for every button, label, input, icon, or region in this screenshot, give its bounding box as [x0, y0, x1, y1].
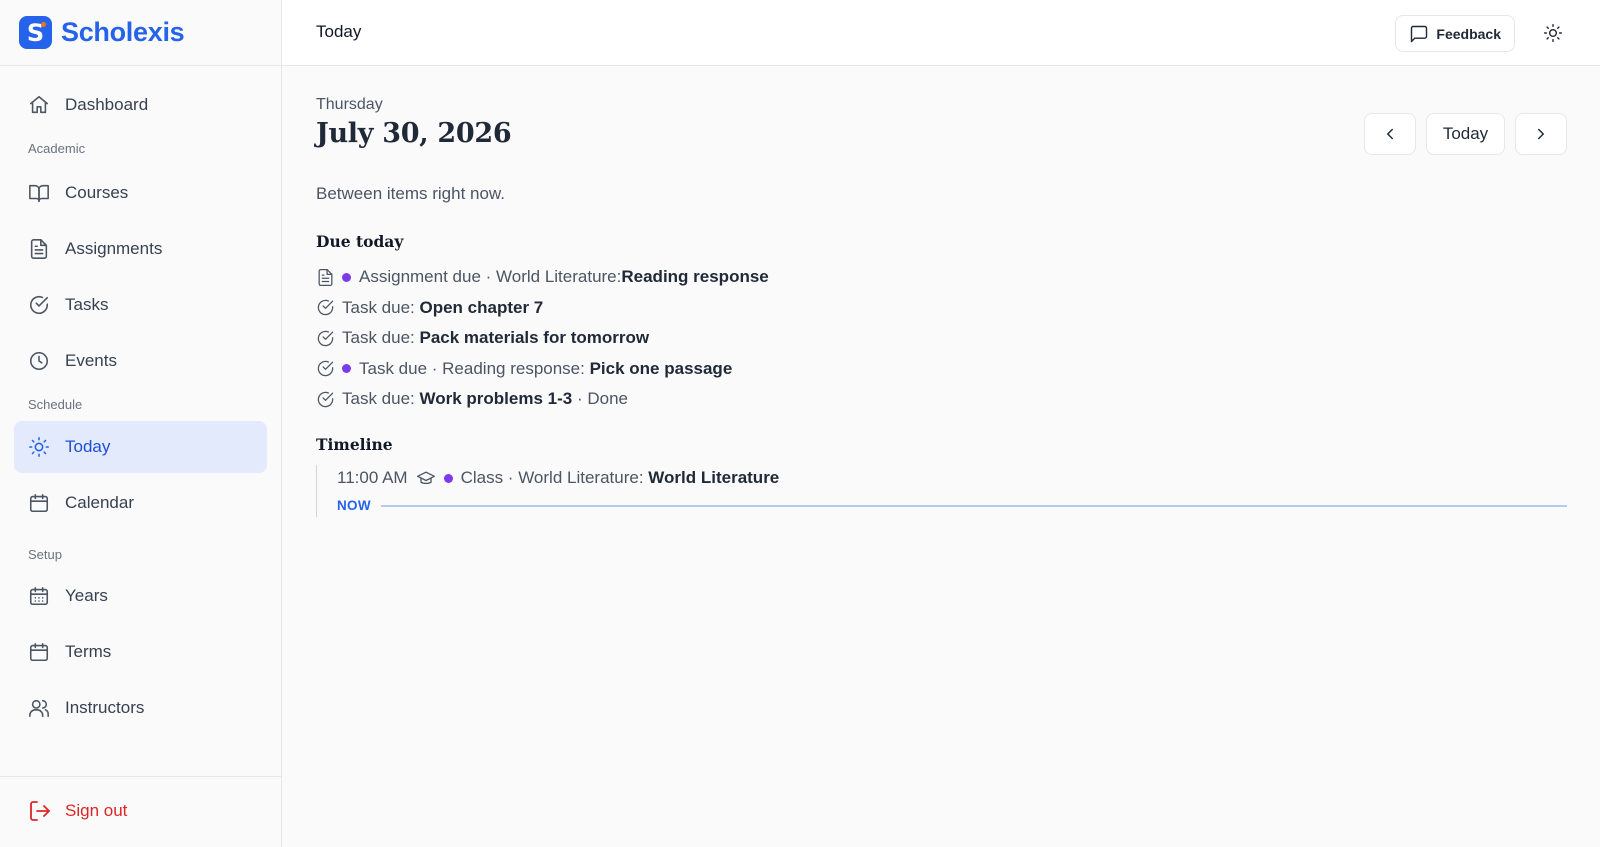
- calendar-icon: [29, 493, 49, 513]
- sidebar-item-label: Instructors: [65, 698, 145, 717]
- brand-name: Scholexis: [61, 17, 185, 47]
- sidebar-item-label: Calendar: [65, 493, 134, 512]
- document-icon: [30, 239, 48, 259]
- sidebar-item-years[interactable]: Years: [14, 570, 267, 622]
- sidebar-item-label: Courses: [65, 183, 129, 202]
- sidebar-item-today[interactable]: Today: [14, 421, 267, 473]
- now-indicator: NOW: [337, 498, 1567, 513]
- clock-icon: [29, 351, 49, 371]
- document-icon: [318, 268, 333, 286]
- item-name: Pack materials for tomorrow: [419, 328, 650, 348]
- sidebar-item-courses[interactable]: Courses: [14, 167, 267, 219]
- course-color-dot: [443, 473, 453, 483]
- sign-out-label: Sign out: [65, 801, 128, 820]
- item-prefix: Task due:: [342, 328, 420, 348]
- check-circle-icon: [317, 391, 334, 407]
- list-item[interactable]: Task due: Open chapter 7: [316, 293, 769, 324]
- item-name: Work problems 1-3: [419, 389, 573, 409]
- timeline: 11:00 AM Class · World Literature: World…: [316, 465, 1567, 517]
- sign-out-button[interactable]: Sign out: [28, 799, 127, 823]
- chevron-right-icon: [1538, 128, 1544, 140]
- brand-logo: S: [19, 16, 52, 49]
- top-bar: Today Feedback: [282, 0, 1600, 66]
- sidebar-item-terms[interactable]: Terms: [14, 626, 267, 678]
- sidebar: S Scholexis Dashboard Academic Courses A…: [0, 0, 282, 847]
- main-content: Thursday July 30, 2026 Today Between ite…: [282, 66, 1600, 847]
- book-open-icon: [29, 184, 49, 203]
- sidebar-item-label: Tasks: [65, 295, 109, 314]
- course-color-dot: [342, 272, 351, 282]
- item-prefix: Task due · Reading response:: [359, 358, 590, 378]
- now-label: NOW: [337, 498, 371, 513]
- theme-toggle-button[interactable]: [1540, 20, 1566, 46]
- sidebar-item-label: Assignments: [65, 239, 163, 258]
- current-status: Between items right now.: [316, 184, 505, 203]
- feedback-button[interactable]: Feedback: [1395, 15, 1515, 52]
- check-circle-icon: [29, 296, 49, 314]
- sun-icon: [29, 437, 49, 457]
- list-item[interactable]: Task due · Reading response: Pick one pa…: [316, 354, 769, 385]
- sidebar-item-calendar[interactable]: Calendar: [14, 477, 267, 529]
- item-name: Pick one passage: [589, 358, 733, 378]
- today-button[interactable]: Today: [1426, 113, 1505, 155]
- sidebar-item-tasks[interactable]: Tasks: [14, 279, 267, 331]
- next-day-button[interactable]: [1515, 113, 1567, 155]
- timeline-item-prefix: Class · World Literature:: [460, 468, 649, 487]
- date-navigation: Today: [1364, 113, 1567, 155]
- calendar-icon: [29, 642, 49, 662]
- section-label-schedule: Schedule: [28, 396, 83, 412]
- check-circle-icon: [317, 330, 334, 346]
- due-today-list: Assignment due · World Literature: Readi…: [316, 262, 769, 415]
- sun-icon: [1543, 23, 1563, 43]
- weekday: Thursday: [316, 96, 383, 113]
- sidebar-item-assignments[interactable]: Assignments: [14, 223, 267, 275]
- item-status: · Done: [572, 389, 628, 409]
- sidebar-footer: Sign out: [0, 776, 281, 847]
- sidebar-item-label: Events: [65, 351, 117, 370]
- timeline-heading: Timeline: [316, 435, 393, 454]
- item-name: Reading response: [621, 267, 769, 287]
- message-square-icon: [1411, 25, 1428, 42]
- logout-icon: [30, 801, 50, 821]
- sidebar-item-label: Years: [65, 586, 108, 605]
- list-item[interactable]: Task due: Pack materials for tomorrow: [316, 323, 769, 354]
- graduation-cap-icon: [416, 471, 435, 485]
- section-label-academic: Academic: [28, 140, 86, 156]
- previous-day-button[interactable]: [1364, 113, 1416, 155]
- check-circle-icon: [317, 300, 334, 316]
- sidebar-item-instructors[interactable]: Instructors: [14, 682, 267, 734]
- sidebar-item-label: Terms: [65, 642, 112, 661]
- item-prefix: Assignment due · World Literature:: [359, 267, 622, 287]
- list-item[interactable]: Assignment due · World Literature: Readi…: [316, 262, 769, 293]
- timeline-item[interactable]: 11:00 AM Class · World Literature: World…: [337, 465, 779, 491]
- timeline-time: 11:00 AM: [337, 468, 408, 487]
- sidebar-nav: Dashboard Academic Courses Assignments T…: [0, 66, 281, 734]
- due-today-heading: Due today: [316, 232, 404, 251]
- now-line: [380, 504, 1567, 507]
- feedback-label: Feedback: [1436, 25, 1501, 42]
- item-prefix: Task due:: [342, 297, 420, 317]
- calendar-days-icon: [29, 586, 49, 606]
- users-icon: [29, 699, 49, 718]
- chevron-left-icon: [1387, 128, 1393, 140]
- page-title: Today: [316, 22, 362, 41]
- sidebar-item-label: Today: [65, 437, 111, 456]
- section-label-setup: Setup: [28, 546, 62, 562]
- sidebar-item-events[interactable]: Events: [14, 335, 267, 387]
- sidebar-item-label: Dashboard: [65, 95, 149, 114]
- sidebar-item-dashboard[interactable]: Dashboard: [14, 79, 267, 131]
- check-circle-icon: [317, 361, 334, 377]
- date-heading: July 30, 2026: [316, 118, 512, 149]
- brand[interactable]: S Scholexis: [0, 0, 281, 66]
- list-item[interactable]: Task due: Work problems 1-3 · Done: [316, 384, 769, 415]
- course-color-dot: [342, 364, 351, 374]
- item-prefix: Task due:: [342, 389, 420, 409]
- home-icon: [29, 95, 49, 114]
- item-name: Open chapter 7: [419, 297, 544, 317]
- timeline-item-name: World Literature: [648, 468, 780, 487]
